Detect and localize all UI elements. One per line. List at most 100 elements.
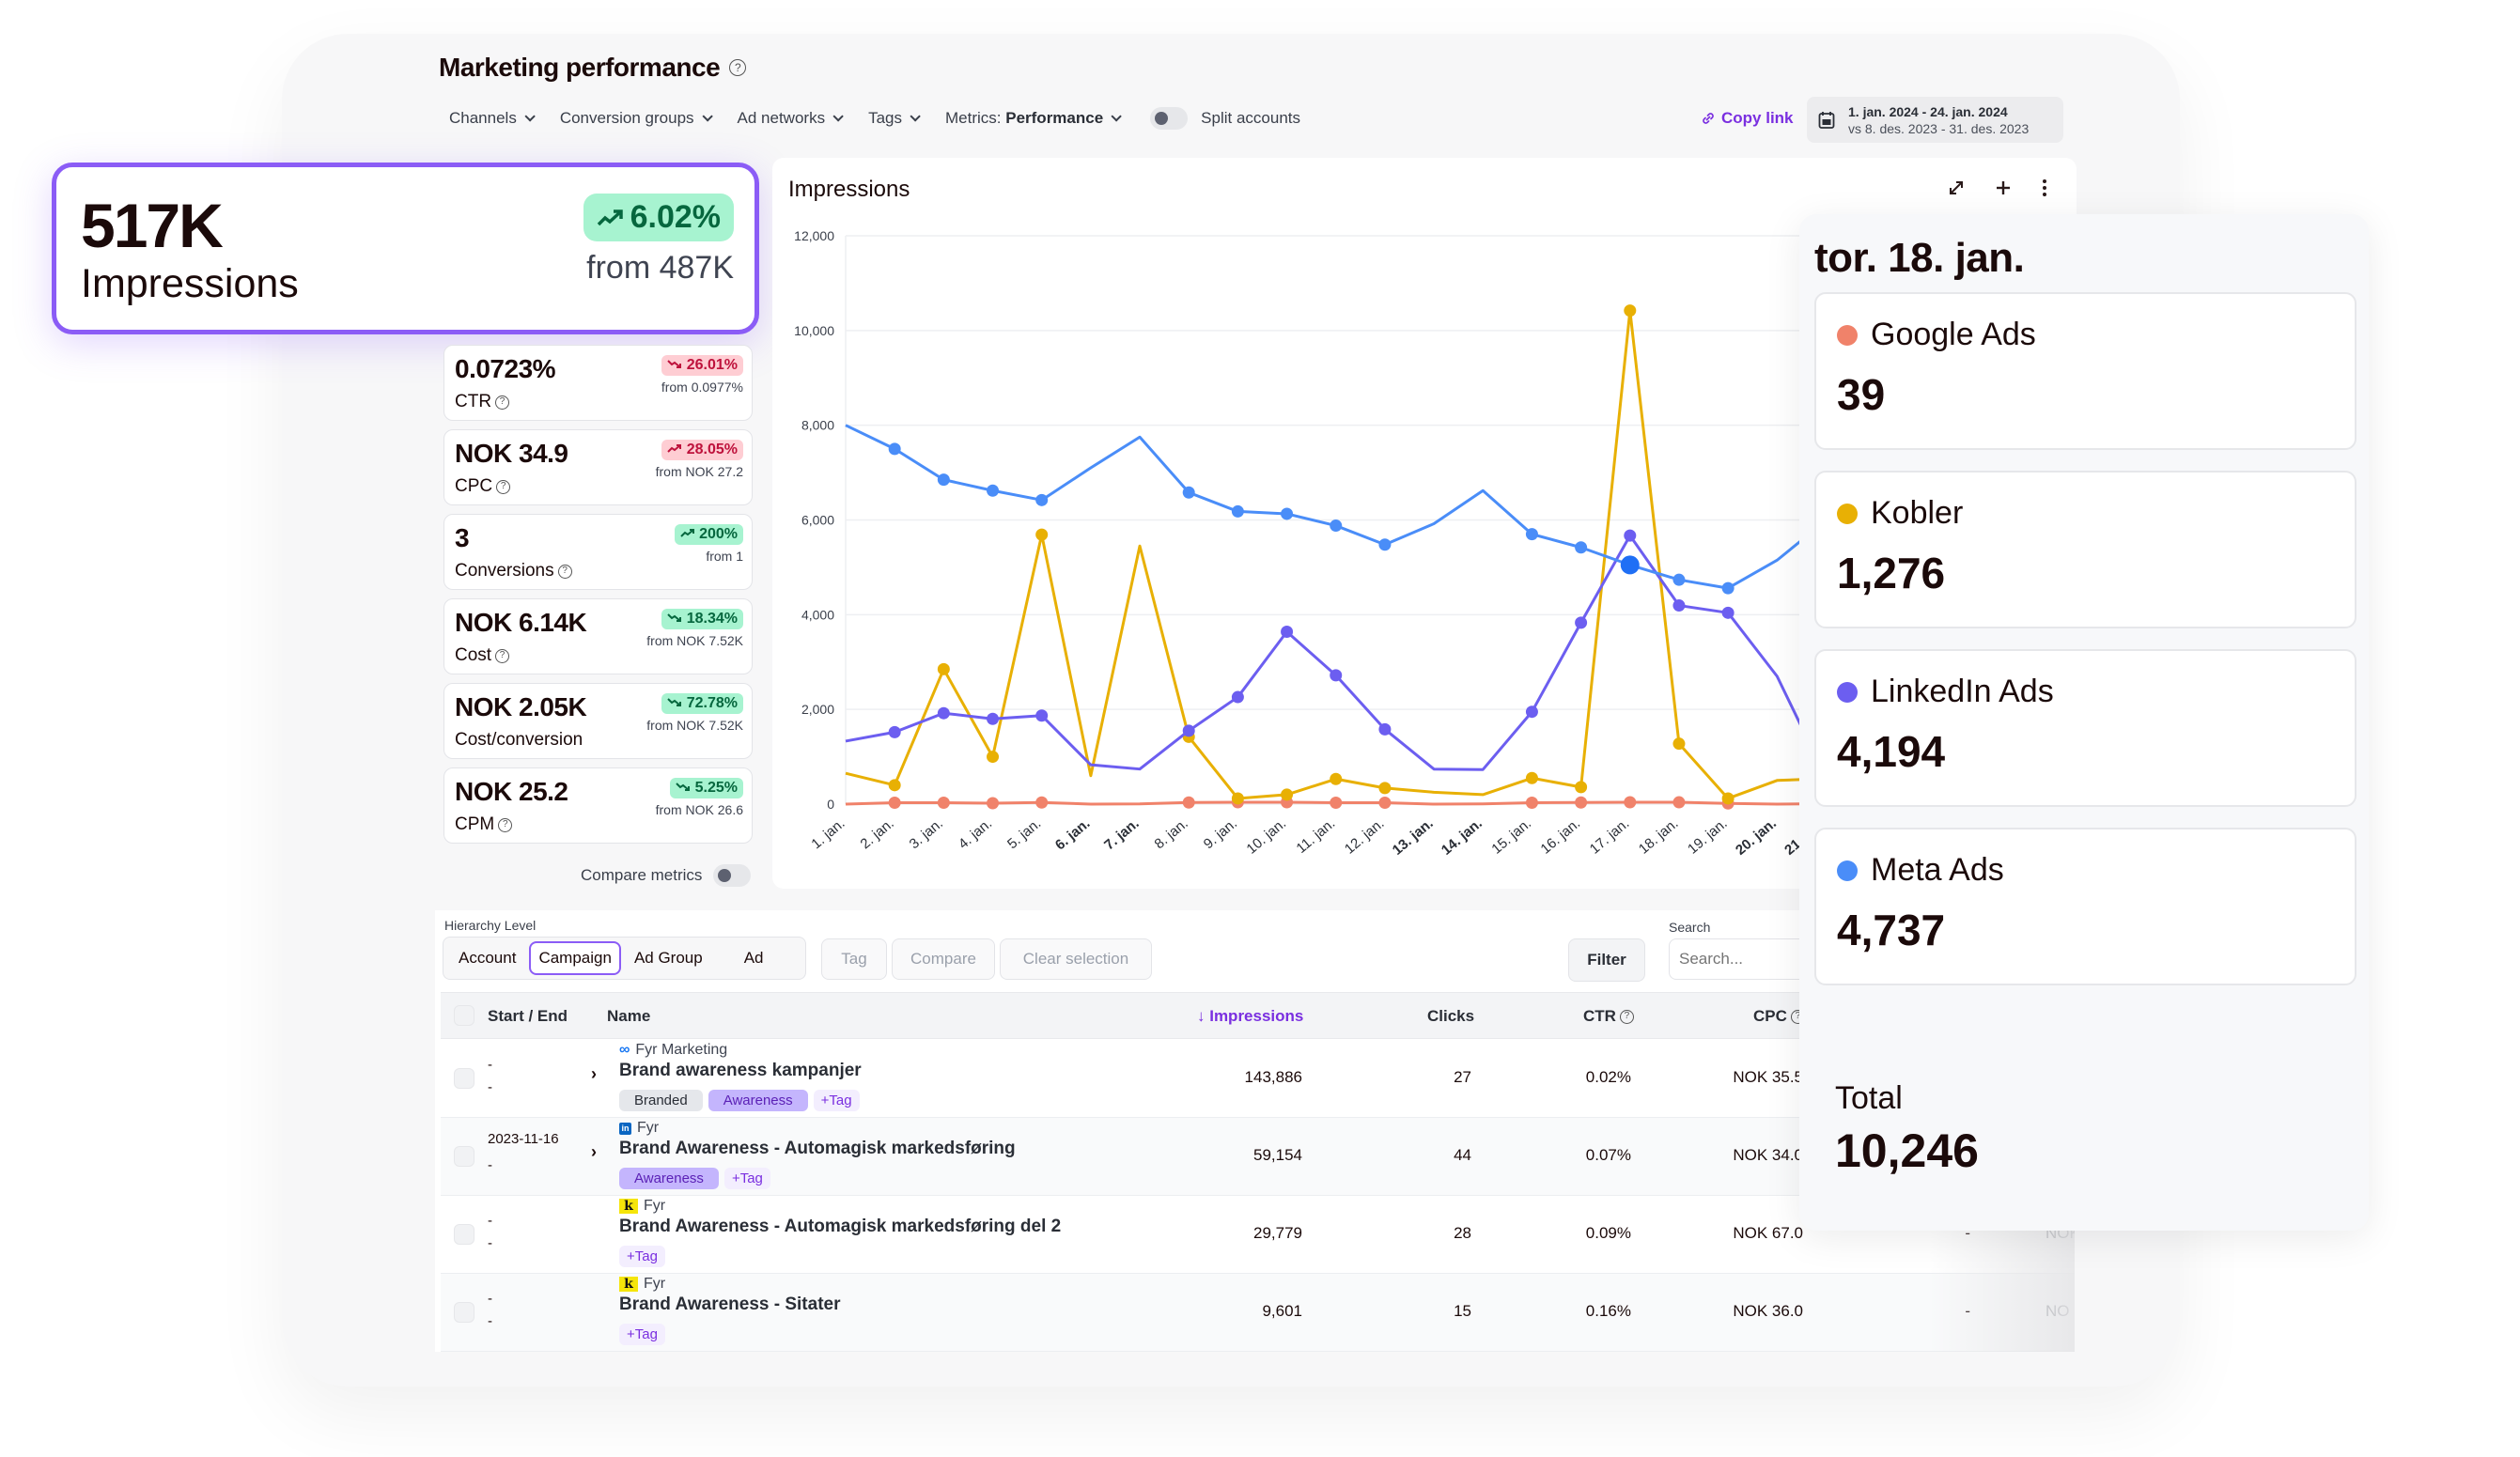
filter-conversion-groups[interactable]: Conversion groups — [560, 109, 713, 128]
column-clicks[interactable]: Clicks — [1427, 1007, 1474, 1026]
data-point-kobler[interactable] — [1035, 528, 1049, 541]
data-point-linkedin-ads[interactable] — [1035, 709, 1049, 722]
data-point-meta-ads[interactable] — [1721, 581, 1734, 595]
filter-metrics[interactable]: Metrics: Performance — [945, 109, 1122, 128]
filter-tags[interactable]: Tags — [868, 109, 921, 128]
data-point-google-ads[interactable] — [987, 797, 1000, 810]
data-point-meta-ads[interactable] — [1672, 573, 1686, 586]
help-icon[interactable]: ? — [729, 59, 747, 76]
table-row[interactable]: - - k Fyr Brand Awareness - Sitater +Tag 9,601… — [441, 1274, 2075, 1352]
kpi-card-cost[interactable]: NOK 6.14K Cost? 18.34% from NOK 7.52K — [443, 598, 753, 674]
campaign-name[interactable]: Brand awareness kampanjer — [619, 1061, 862, 1081]
row-checkbox[interactable] — [454, 1224, 474, 1245]
data-point-meta-ads[interactable] — [1182, 486, 1195, 499]
data-point-linkedin-ads[interactable] — [1182, 724, 1195, 737]
level-account[interactable]: Account — [449, 941, 525, 975]
compare-metrics-toggle[interactable] — [713, 864, 752, 887]
data-point-kobler[interactable] — [1330, 772, 1343, 785]
data-point-meta-ads[interactable] — [1231, 504, 1244, 518]
data-point-linkedin-ads[interactable] — [1721, 606, 1734, 619]
column-name[interactable]: Name — [607, 1007, 650, 1026]
data-point-google-ads[interactable] — [1035, 796, 1049, 809]
data-point-google-ads[interactable] — [1672, 796, 1686, 809]
campaign-name[interactable]: Brand Awareness - Automagisk markedsføri… — [619, 1217, 1061, 1237]
help-icon[interactable]: ? — [557, 564, 572, 579]
kpi-card-cost-conversion[interactable]: NOK 2.05K Cost/conversion 72.78% from NOK … — [443, 683, 753, 759]
data-point-linkedin-ads[interactable] — [1378, 722, 1392, 736]
tag-chip[interactable]: Branded — [619, 1090, 703, 1111]
data-point-linkedin-ads[interactable] — [1672, 599, 1686, 612]
data-point-linkedin-ads[interactable] — [1330, 669, 1343, 682]
date-range-picker[interactable]: 1. jan. 2024 - 24. jan. 2024 vs 8. des. … — [1807, 97, 2063, 143]
level-ad[interactable]: Ad — [735, 941, 773, 975]
add-tag-button[interactable]: +Tag — [813, 1090, 860, 1111]
kpi-card-cpm[interactable]: NOK 25.2 CPM? 5.25% from NOK 26.6 — [443, 767, 753, 844]
help-icon[interactable]: ? — [496, 479, 511, 494]
data-point-meta-ads[interactable] — [1378, 538, 1392, 551]
data-point-linkedin-ads[interactable] — [888, 725, 901, 738]
data-point-google-ads[interactable] — [1624, 796, 1637, 809]
data-point-meta-ads[interactable] — [1525, 528, 1538, 541]
select-all-checkbox[interactable] — [454, 1005, 474, 1026]
column-ctr[interactable]: CTR? — [1583, 1007, 1634, 1026]
data-point-google-ads[interactable] — [888, 796, 901, 809]
data-point-linkedin-ads[interactable] — [1231, 690, 1244, 704]
data-point-kobler[interactable] — [1575, 781, 1588, 794]
data-point-kobler[interactable] — [1624, 304, 1637, 318]
column-start-end[interactable]: Start / End — [488, 1007, 568, 1026]
data-point-linkedin-ads[interactable] — [1624, 529, 1637, 542]
kpi-card-ctr[interactable]: 0.0723% CTR? 26.01% from 0.0977% — [443, 345, 753, 421]
chevron-right-icon[interactable]: › — [591, 1064, 597, 1084]
data-point-kobler[interactable] — [1378, 782, 1392, 795]
data-point-kobler[interactable] — [1721, 792, 1734, 805]
data-point-meta-ads[interactable] — [1281, 507, 1294, 520]
add-tag-button[interactable]: +Tag — [723, 1168, 770, 1189]
data-point-kobler[interactable] — [1281, 788, 1294, 801]
filter-channels[interactable]: Channels — [449, 109, 536, 128]
data-point-google-ads[interactable] — [1525, 796, 1538, 809]
data-point-meta-ads[interactable] — [1330, 519, 1343, 533]
data-point-linkedin-ads[interactable] — [987, 712, 1000, 725]
data-point-meta-ads[interactable] — [987, 484, 1000, 497]
tag-chip[interactable]: Awareness — [619, 1168, 719, 1189]
data-point-linkedin-ads[interactable] — [1281, 625, 1294, 638]
tag-chip[interactable]: Awareness — [708, 1090, 808, 1111]
level-campaign[interactable]: Campaign — [529, 941, 621, 975]
data-point-meta-ads[interactable] — [1620, 555, 1640, 575]
data-point-meta-ads[interactable] — [937, 473, 950, 487]
data-point-kobler[interactable] — [937, 662, 950, 675]
row-checkbox[interactable] — [454, 1302, 474, 1323]
column-cpc[interactable]: CPC? — [1753, 1007, 1805, 1026]
data-point-google-ads[interactable] — [1575, 796, 1588, 809]
column-impressions[interactable]: ↓ Impressions — [1197, 1007, 1303, 1026]
data-point-linkedin-ads[interactable] — [1575, 616, 1588, 629]
data-point-kobler[interactable] — [987, 751, 1000, 764]
help-icon[interactable]: ? — [495, 395, 510, 410]
campaign-name[interactable]: Brand Awareness - Sitater — [619, 1294, 840, 1315]
data-point-meta-ads[interactable] — [1575, 541, 1588, 554]
data-point-google-ads[interactable] — [937, 796, 950, 809]
data-point-google-ads[interactable] — [1378, 796, 1392, 809]
data-point-kobler[interactable] — [888, 779, 901, 792]
add-tag-button[interactable]: +Tag — [619, 1246, 665, 1267]
data-point-google-ads[interactable] — [1182, 796, 1195, 809]
help-icon[interactable]: ? — [498, 817, 513, 832]
chevron-right-icon[interactable]: › — [591, 1142, 597, 1162]
data-point-kobler[interactable] — [1672, 737, 1686, 751]
data-point-kobler[interactable] — [1231, 792, 1244, 805]
data-point-kobler[interactable] — [1525, 771, 1538, 784]
data-point-meta-ads[interactable] — [888, 442, 901, 456]
add-tag-button[interactable]: +Tag — [619, 1324, 665, 1345]
data-point-linkedin-ads[interactable] — [1525, 705, 1538, 719]
data-point-meta-ads[interactable] — [1035, 493, 1049, 506]
row-checkbox[interactable] — [454, 1068, 474, 1089]
filter-ad-networks[interactable]: Ad networks — [738, 109, 844, 128]
campaign-name[interactable]: Brand Awareness - Automagisk markedsføri… — [619, 1139, 1016, 1159]
clear-selection-button[interactable]: Clear selection — [1000, 938, 1152, 980]
kpi-card-conversions[interactable]: 3 Conversions? 200% from 1 — [443, 514, 753, 590]
filter-button[interactable]: Filter — [1568, 938, 1645, 982]
compare-button[interactable]: Compare — [892, 938, 995, 980]
kpi-card-cpc[interactable]: NOK 34.9 CPC? 28.05% from NOK 27.2 — [443, 429, 753, 505]
tag-button[interactable]: Tag — [821, 938, 887, 980]
help-icon[interactable]: ? — [495, 648, 510, 663]
